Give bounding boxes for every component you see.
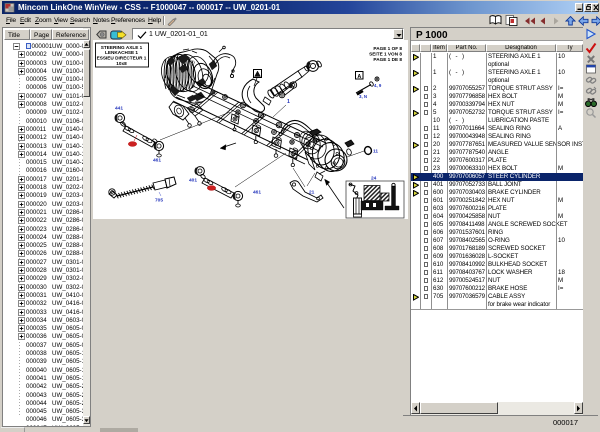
svg-text:PAGE 1 DE 8: PAGE 1 DE 8 xyxy=(373,57,402,62)
svg-text:4, 9: 4, 9 xyxy=(374,83,382,88)
svg-text:705: 705 xyxy=(155,198,163,204)
svg-text:LENKACHSE 1: LENKACHSE 1 xyxy=(105,50,138,55)
svg-text:441: 441 xyxy=(115,106,123,112)
svg-text:24: 24 xyxy=(371,176,377,182)
svg-text:21: 21 xyxy=(309,190,315,196)
svg-text:SEITE 1 VON 8: SEITE 1 VON 8 xyxy=(369,51,402,56)
svg-text:PAGE 1 OF 8: PAGE 1 OF 8 xyxy=(373,46,402,51)
svg-text:ESSIEU DIRECTEUR 1: ESSIEU DIRECTEUR 1 xyxy=(97,56,147,61)
svg-text:1: 1 xyxy=(287,99,290,105)
svg-text:461: 461 xyxy=(153,158,161,164)
svg-text:10x8: 10x8 xyxy=(116,61,127,66)
svg-text:401: 401 xyxy=(189,178,197,184)
svg-text:461: 461 xyxy=(253,190,261,196)
svg-text:STEERING AXLE 1: STEERING AXLE 1 xyxy=(101,45,143,50)
svg-text:11: 11 xyxy=(373,149,378,155)
svg-text:3, N: 3, N xyxy=(359,94,367,99)
svg-text:A: A xyxy=(357,74,361,80)
